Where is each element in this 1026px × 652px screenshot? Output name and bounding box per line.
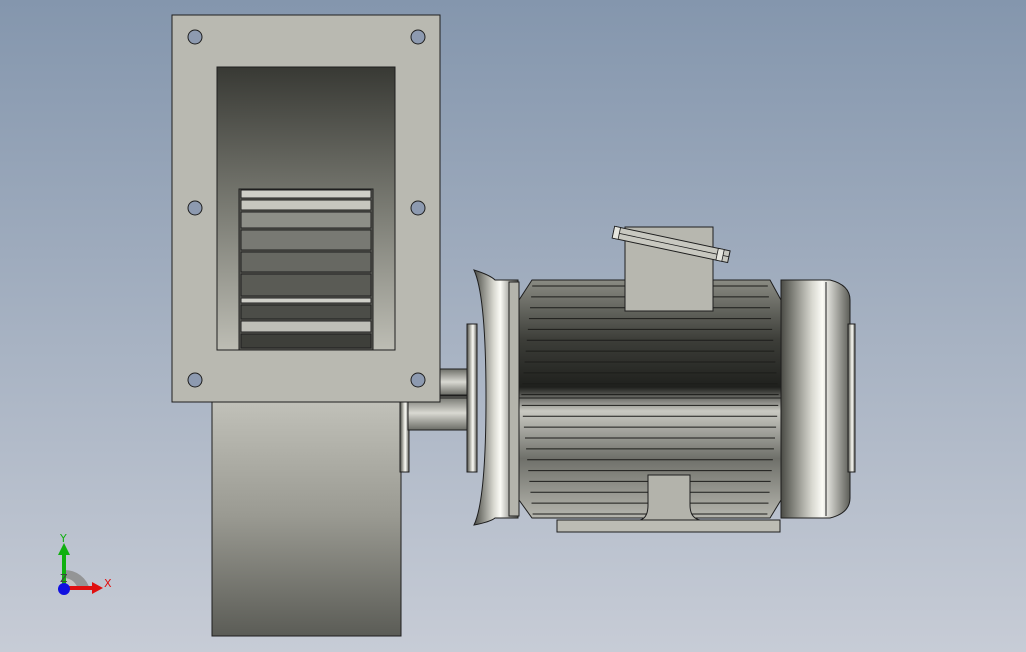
axis-triad: Y X Z [58, 532, 112, 595]
y-axis-label: Y [59, 532, 67, 545]
motor-rear-cap[interactable] [780, 279, 856, 519]
motor-end-bell[interactable] [466, 269, 520, 526]
bolt-hole [187, 372, 203, 388]
graphics-viewport[interactable]: Y X Z [0, 0, 1026, 652]
bolt-hole [410, 372, 426, 388]
z-axis-label: Z [60, 572, 68, 585]
cad-model-view[interactable]: Y X Z [0, 0, 1026, 652]
inlet-louvers[interactable] [238, 188, 374, 351]
x-axis-label: X [104, 577, 112, 590]
bolt-hole [410, 200, 426, 216]
bolt-hole [187, 29, 203, 45]
bolt-hole [410, 29, 426, 45]
bolt-hole [187, 200, 203, 216]
terminal-box[interactable] [611, 225, 731, 312]
scroll-casing[interactable] [211, 394, 410, 637]
